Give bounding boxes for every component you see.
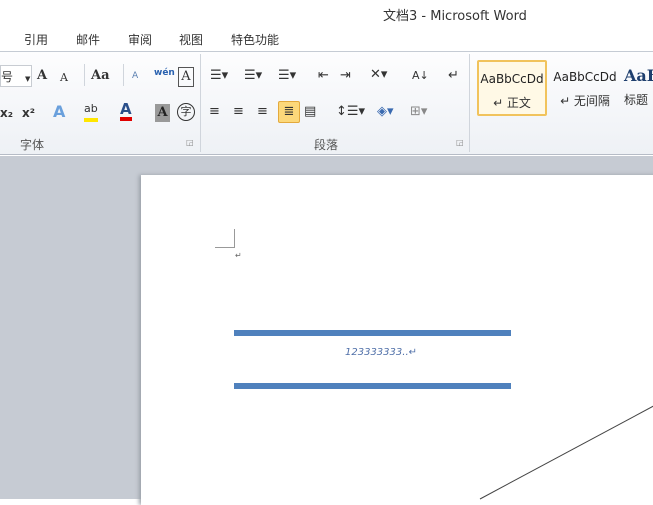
- diagonal-line[interactable]: [479, 402, 653, 500]
- chinese-layout-icon[interactable]: ✕▾: [370, 66, 387, 84]
- character-shading-button[interactable]: A: [155, 104, 170, 122]
- title-bar: 文档3 - Microsoft Word: [0, 0, 653, 27]
- numbering-icon[interactable]: ☰▾: [244, 67, 262, 85]
- align-center-icon[interactable]: ≡: [233, 103, 244, 121]
- superscript-button[interactable]: x²: [22, 104, 35, 122]
- divider: [123, 64, 124, 86]
- tab-references[interactable]: 引用: [24, 31, 48, 48]
- distributed-icon[interactable]: ▤: [304, 103, 316, 121]
- text-effects-button[interactable]: A: [53, 103, 65, 121]
- multilevel-list-icon[interactable]: ☰▾: [278, 67, 296, 85]
- sort-icon[interactable]: A↓: [412, 67, 429, 85]
- dialog-launcher-icon[interactable]: ◲: [456, 138, 464, 147]
- phonetic-guide-button[interactable]: wén: [154, 64, 175, 82]
- font-color-button[interactable]: A: [120, 101, 132, 121]
- grow-font-button[interactable]: A: [37, 67, 47, 85]
- line-spacing-icon[interactable]: ↕☰▾: [336, 103, 365, 121]
- style-name: 标题: [624, 93, 649, 107]
- tab-view[interactable]: 视图: [179, 31, 203, 48]
- borders-icon[interactable]: ⊞▾: [410, 103, 427, 121]
- ribbon-tabs: 引用 邮件 审阅 视图 特色功能: [0, 27, 653, 51]
- divider: [469, 54, 470, 152]
- window-title: 文档3 - Microsoft Word: [383, 9, 527, 24]
- character-border-button[interactable]: A: [178, 67, 194, 87]
- enclose-characters-button[interactable]: 字: [177, 103, 195, 121]
- style-normal[interactable]: AaBbCcDd ↵ 正文: [477, 60, 547, 116]
- style-name: ↵ 无间隔: [560, 94, 610, 108]
- document-canvas: ↵ 123333333..↵: [0, 156, 653, 505]
- shrink-font-button[interactable]: A: [60, 69, 68, 87]
- document-page[interactable]: ↵ 123333333..↵: [141, 175, 653, 505]
- subscript-button[interactable]: x₂: [0, 104, 13, 122]
- left-pane: [0, 156, 126, 499]
- change-case-button[interactable]: Aa: [91, 67, 110, 85]
- style-preview: AaB: [624, 66, 653, 85]
- font-size-combo[interactable]: 号 ▼: [0, 65, 32, 87]
- tab-features[interactable]: 特色功能: [231, 31, 279, 48]
- style-no-spacing[interactable]: AaBbCcDd ↵ 无间隔: [550, 60, 620, 116]
- decrease-indent-icon[interactable]: ⇤: [318, 67, 329, 85]
- divider: [84, 64, 85, 86]
- divider: [200, 54, 201, 152]
- ribbon: 号 ▼ A A Aa A wén A x₂ x² A ab A A 字 字体 ◲ …: [0, 51, 653, 155]
- tab-mailings[interactable]: 邮件: [76, 31, 100, 48]
- justify-icon[interactable]: ≣: [278, 101, 300, 123]
- highlight-button[interactable]: ab: [84, 100, 98, 122]
- font-group-label: 字体: [20, 138, 45, 152]
- bullets-icon[interactable]: ☰▾: [210, 67, 228, 85]
- diagonal-line-shape[interactable]: [141, 175, 653, 505]
- style-heading[interactable]: AaB 标题: [624, 60, 653, 116]
- chevron-down-icon: ▼: [25, 75, 31, 83]
- align-left-icon[interactable]: ≡: [209, 103, 220, 121]
- style-preview: AaBbCcDd: [480, 72, 544, 86]
- increase-indent-icon[interactable]: ⇥: [340, 67, 351, 85]
- show-marks-icon[interactable]: ↵: [448, 67, 459, 85]
- style-preview: AaBbCcDd: [553, 70, 617, 84]
- tab-review[interactable]: 审阅: [128, 31, 152, 48]
- align-right-icon[interactable]: ≡: [257, 103, 268, 121]
- paragraph-group-label: 段落: [314, 138, 339, 152]
- style-name: ↵ 正文: [493, 96, 531, 110]
- font-size-value: 号: [1, 70, 14, 84]
- clear-format-button[interactable]: A: [132, 67, 138, 85]
- shading-icon[interactable]: ◈▾: [377, 103, 394, 121]
- dialog-launcher-icon[interactable]: ◲: [186, 138, 194, 147]
